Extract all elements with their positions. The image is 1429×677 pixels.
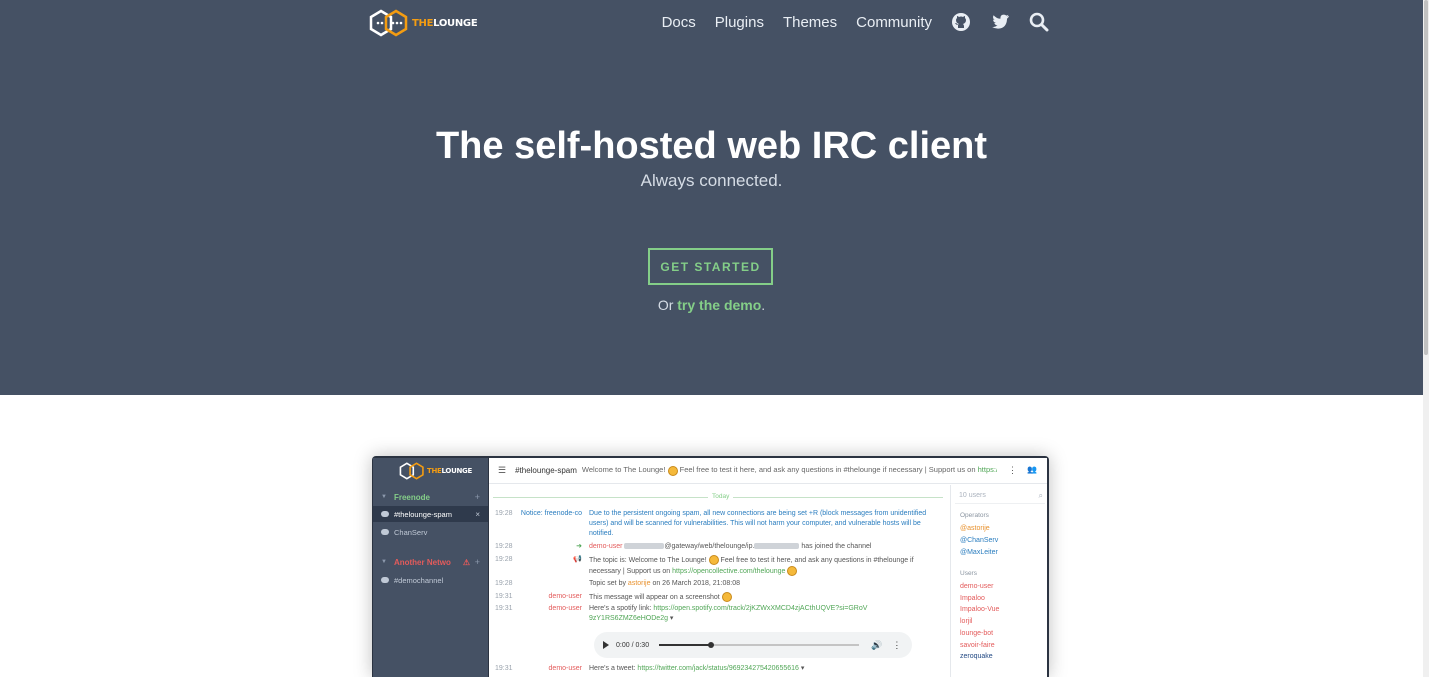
volume-icon[interactable]: 🔊 [871, 640, 882, 651]
message-row: 19:28 Notice: freenode-co Due to the per… [495, 510, 927, 537]
nav-community[interactable]: Community [856, 14, 932, 31]
operators-label: Operators [960, 512, 989, 519]
channel-topic: Welcome to The Lounge! Feel free to test… [581, 465, 997, 476]
site-logo[interactable]: THELOUNGE [369, 9, 478, 37]
user-item[interactable]: @ChanServ [960, 537, 998, 544]
hero-subtitle: Always connected. [640, 171, 783, 190]
search-icon[interactable] [1029, 12, 1049, 32]
channel-topbar: ☰ #thelounge-spam Welcome to The Lounge!… [489, 458, 1047, 484]
main-nav: Docs Plugins Themes Community [662, 12, 1049, 32]
chat-bubble-icon [381, 511, 389, 517]
collapse-triangle-icon[interactable]: ▼ [381, 559, 387, 565]
network-freenode[interactable]: ▼ Freenode + [373, 489, 488, 505]
app-logo-wordmark: THELOUNGE [427, 467, 472, 475]
get-started-button[interactable]: GET STARTED [648, 248, 773, 285]
logo-icon [369, 9, 408, 37]
page: THELOUNGE Docs Plugins Themes Community … [0, 0, 1429, 677]
user-item[interactable]: zeroquake [960, 653, 993, 660]
chat-bubble-icon [381, 529, 389, 535]
message-row: 19:31 demo-user Here's a tweet: https://… [495, 665, 805, 672]
user-list: 10 users ⌕ Operators @astorije @ChanServ… [950, 485, 1047, 677]
message-row: 19:28 📢 The topic is: Welcome to The Lou… [495, 555, 914, 576]
page-scrollbar[interactable] [1423, 0, 1429, 677]
play-icon[interactable] [603, 641, 609, 649]
add-channel-icon[interactable]: + [475, 492, 480, 502]
emoji-icon [721, 592, 732, 602]
nav-themes[interactable]: Themes [783, 14, 837, 31]
emoji-icon [787, 565, 798, 576]
channel-thelounge-spam[interactable]: #thelounge-spam × [373, 506, 488, 522]
message-list: Today 19:28 Notice: freenode-co Due to t… [489, 485, 949, 677]
emoji-icon [667, 465, 678, 476]
try-demo-link[interactable]: try the demo [677, 297, 761, 313]
users-toggle-icon[interactable]: 👥 [1027, 465, 1037, 474]
add-channel-icon[interactable]: + [475, 557, 480, 567]
app-sidebar: THELOUNGE ▼ Freenode + #thelounge-spam ×… [373, 458, 488, 677]
channel-chanserv[interactable]: ChanServ [373, 524, 488, 540]
user-item[interactable]: Impaloo [960, 595, 985, 602]
channel-demochannel[interactable]: #demochannel [373, 572, 488, 588]
nav-plugins[interactable]: Plugins [715, 14, 764, 31]
user-search-input[interactable]: 10 users ⌕ [955, 488, 1045, 504]
chat-bubble-icon [381, 577, 389, 583]
emoji-icon [708, 555, 719, 565]
more-options-icon[interactable]: ⋮ [1008, 465, 1017, 476]
user-item[interactable]: savoir-faire [960, 642, 995, 649]
scrollbar-thumb[interactable] [1424, 0, 1428, 355]
logo-icon [399, 462, 424, 480]
app-screenshot: THELOUNGE ▼ Freenode + #thelounge-spam ×… [372, 456, 1049, 677]
network-another[interactable]: ▼ Another Netwo ⚠ + [373, 554, 488, 570]
message-row: 19:31 demo-user Here's a spotify link: h… [495, 605, 868, 622]
close-icon[interactable]: × [475, 510, 480, 519]
hero-title: The self-hosted web IRC client [435, 125, 988, 167]
search-icon: ⌕ [1038, 491, 1043, 500]
user-item[interactable]: lorjil [960, 618, 972, 625]
date-divider: Today [493, 493, 943, 500]
user-item[interactable]: lounge-bot [960, 630, 993, 637]
demo-line: Or try the demo. [657, 297, 766, 313]
logo-wordmark: THELOUNGE [412, 17, 478, 29]
user-item[interactable]: @MaxLeiter [960, 549, 998, 556]
channel-name: #thelounge-spam [515, 466, 577, 475]
users-label: Users [960, 570, 977, 577]
collapse-triangle-icon[interactable]: ▼ [381, 494, 387, 500]
audio-player[interactable]: 0:00 / 0:30 🔊 ⋮ [594, 632, 912, 658]
user-item[interactable]: @astorije [960, 525, 990, 532]
audio-progress[interactable] [659, 642, 860, 648]
more-options-icon[interactable]: ⋮ [892, 640, 901, 651]
twitter-icon[interactable] [990, 12, 1010, 32]
message-row: 19:31 demo-user This message will appear… [489, 592, 949, 603]
megaphone-icon: 📢 [573, 556, 582, 563]
join-arrow-icon: ➜ [576, 543, 582, 550]
app-logo: THELOUNGE [399, 462, 472, 480]
nav-docs[interactable]: Docs [662, 14, 696, 31]
user-item[interactable]: Impaloo-Vue [960, 606, 999, 613]
github-icon[interactable] [951, 12, 971, 32]
chat-pane: ☰ #thelounge-spam Welcome to The Lounge!… [489, 458, 1047, 677]
menu-icon[interactable]: ☰ [498, 465, 506, 476]
message-row: 19:28 Topic set by astorije on 26 March … [495, 580, 741, 587]
hero-section: THELOUNGE Docs Plugins Themes Community … [0, 0, 1423, 395]
message-row: 19:28 ➜ demo-user @gateway/web/thelounge… [495, 543, 872, 550]
disconnected-icon: ⚠ [462, 557, 470, 567]
user-item[interactable]: demo-user [960, 583, 993, 590]
